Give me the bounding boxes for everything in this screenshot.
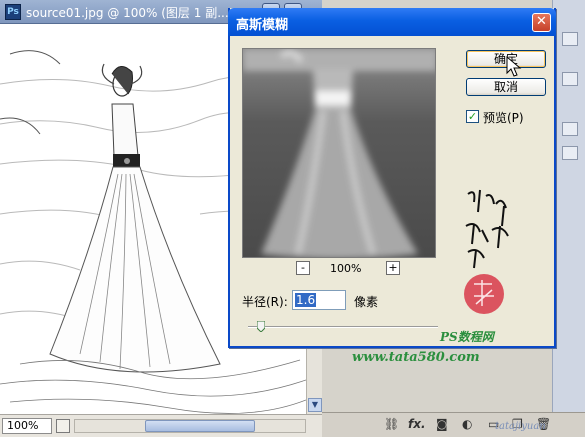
blurred-photo: [243, 49, 435, 257]
watermark-brand: PS数程网: [440, 330, 494, 344]
panel-option-button[interactable]: [562, 146, 578, 160]
radius-slider[interactable]: [248, 326, 438, 328]
mask-icon[interactable]: ◙: [436, 417, 448, 431]
fx-icon[interactable]: fx.: [408, 417, 426, 431]
zoom-level-field[interactable]: 100%: [2, 418, 52, 434]
cancel-button[interactable]: 取消: [466, 78, 546, 96]
watermark-calligraphy: [464, 189, 509, 314]
watermark-url: www.tata580.com: [352, 350, 480, 365]
dialog-titlebar[interactable]: 高斯模糊 ✕: [228, 8, 556, 36]
preview-checkbox[interactable]: ✓: [466, 110, 479, 123]
zoom-out-button[interactable]: -: [296, 261, 310, 275]
radius-value: 1.6: [295, 293, 317, 307]
status-bar: 100%: [0, 414, 322, 437]
radius-label: 半径(R):: [242, 295, 288, 309]
preview-zoom-level: 100%: [330, 262, 362, 275]
document-title: source01.jpg @ 100% (图层 1 副...: [26, 6, 229, 20]
radius-input[interactable]: 1.6: [292, 290, 346, 310]
horizontal-scrollbar[interactable]: [74, 419, 306, 433]
zoom-in-button[interactable]: +: [386, 261, 400, 275]
panel-dock-strip: [552, 0, 585, 437]
panel-option-button[interactable]: [562, 122, 578, 136]
preview-checkbox-label[interactable]: 预览(P): [483, 109, 524, 126]
status-menu-icon[interactable]: [56, 419, 70, 433]
radius-slider-thumb[interactable]: [257, 321, 266, 332]
dialog-title: 高斯模糊: [236, 18, 289, 33]
scrollbar-thumb[interactable]: [145, 420, 255, 432]
photoshop-icon: Ps: [5, 4, 21, 20]
mouse-cursor-icon: [506, 56, 522, 77]
scroll-down-icon[interactable]: ▼: [308, 398, 322, 412]
close-button[interactable]: ✕: [532, 13, 551, 32]
panel-menu-button[interactable]: [562, 72, 578, 86]
link-icon[interactable]: ⛓: [384, 417, 399, 431]
adjustment-icon[interactable]: ◐: [462, 417, 472, 431]
red-seal-icon: [464, 274, 504, 314]
watermark-corner-text: tatajiyuan: [495, 421, 546, 432]
panel-collapse-button[interactable]: [562, 32, 578, 46]
blur-preview[interactable]: [242, 48, 436, 258]
radius-unit-label: 像素: [354, 295, 379, 309]
